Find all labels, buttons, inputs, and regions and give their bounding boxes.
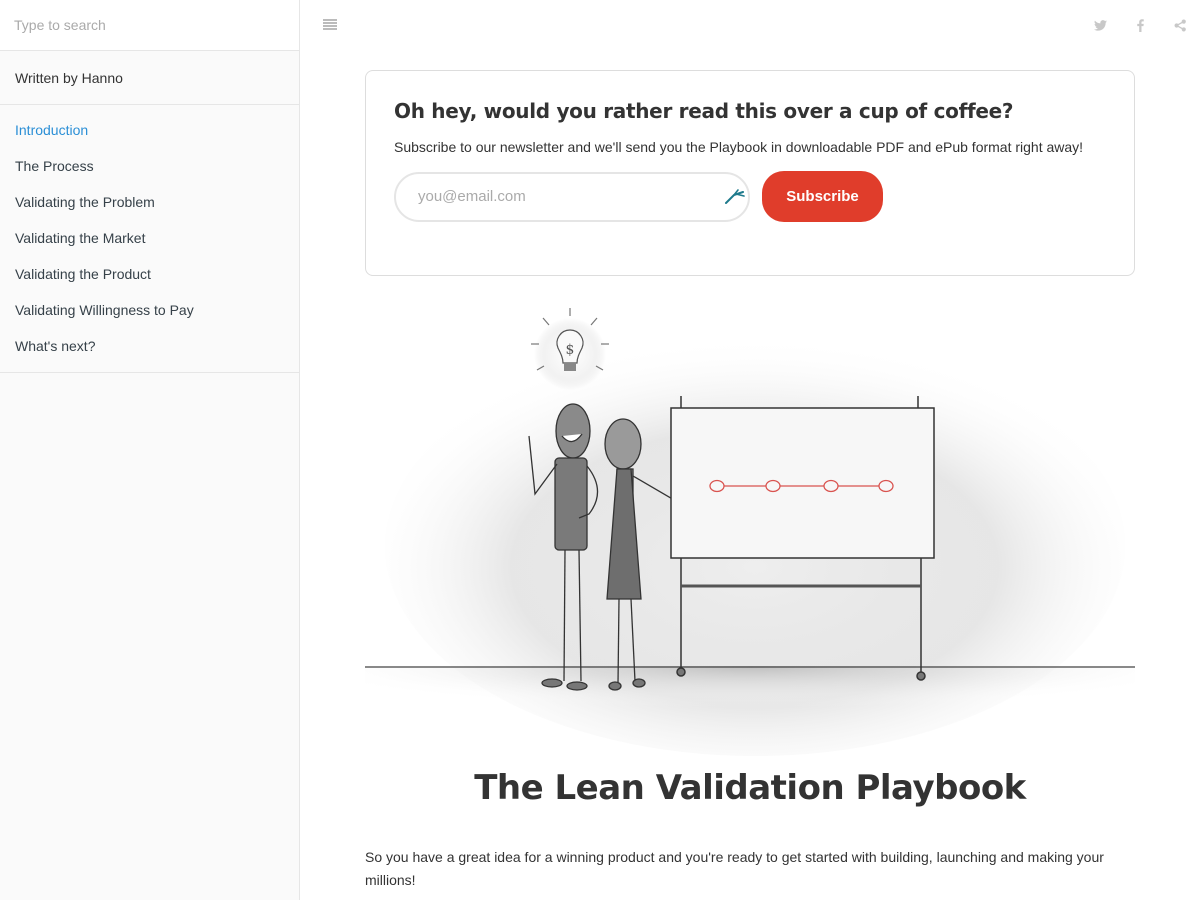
- search-input[interactable]: [14, 17, 285, 33]
- email-field-wrapper: [394, 171, 750, 222]
- facebook-icon[interactable]: [1120, 14, 1160, 36]
- newsletter-box: Oh hey, would you rather read this over …: [365, 70, 1135, 276]
- toc-item-the-process[interactable]: The Process: [0, 149, 299, 185]
- newsletter-description: Subscribe to our newsletter and we'll se…: [394, 139, 1084, 155]
- hamburger-icon[interactable]: [323, 19, 337, 30]
- search-box: [0, 0, 299, 51]
- twitter-icon[interactable]: [1080, 14, 1120, 36]
- social-share-bar: [1080, 14, 1200, 36]
- newsletter-heading: Oh hey, would you rather read this over …: [394, 99, 1014, 123]
- article-intro: So you have a great idea for a winning p…: [365, 849, 1104, 888]
- share-icon[interactable]: [1160, 14, 1200, 36]
- top-bar: [300, 0, 1200, 50]
- sidebar: Written by Hanno Introduction The Proces…: [0, 0, 300, 900]
- toc-item-validating-market[interactable]: Validating the Market: [0, 221, 299, 257]
- email-input[interactable]: [396, 173, 748, 220]
- toc-item-validating-problem[interactable]: Validating the Problem: [0, 185, 299, 221]
- dollar-sign: $: [566, 342, 575, 358]
- toc-item-validating-product[interactable]: Validating the Product: [0, 257, 299, 293]
- toc-item-validating-willingness[interactable]: Validating Willingness to Pay: [0, 293, 299, 329]
- article-title: The Lean Validation Playbook: [474, 768, 1026, 808]
- hero-illustration: $: [365, 296, 1135, 756]
- toc-item-introduction[interactable]: Introduction: [0, 113, 299, 149]
- table-of-contents: Introduction The Process Validating the …: [0, 105, 299, 373]
- toc-item-whats-next[interactable]: What's next?: [0, 329, 299, 365]
- subscribe-button[interactable]: Subscribe: [762, 171, 883, 222]
- author-credit: Written by Hanno: [0, 51, 299, 105]
- subscribe-form: Subscribe: [394, 171, 1106, 222]
- gazelle-logo-icon: [724, 188, 746, 209]
- main-content: Oh hey, would you rather read this over …: [365, 70, 1135, 892]
